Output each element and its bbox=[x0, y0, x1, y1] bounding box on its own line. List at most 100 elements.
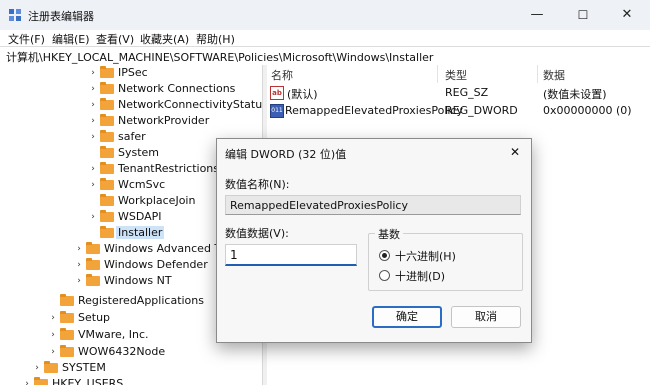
tree-node-label: Windows NT bbox=[104, 274, 172, 287]
folder-icon bbox=[60, 311, 74, 323]
decimal-label[interactable]: 十进制(D) bbox=[395, 268, 445, 284]
dialog-title: 编辑 DWORD (32 位)值 bbox=[225, 148, 347, 161]
chevron-right-icon[interactable]: › bbox=[32, 361, 42, 375]
folder-icon bbox=[86, 274, 100, 286]
tree-node-label: Network Connections bbox=[118, 82, 236, 95]
binary-value-icon: 011 bbox=[270, 104, 284, 118]
menu-bar: 文件(F) 编辑(E) 查看(V) 收藏夹(A) 帮助(H) bbox=[0, 30, 650, 46]
tree-node-label: HKEY_USERS bbox=[52, 377, 124, 385]
menu-help[interactable]: 帮助(H) bbox=[196, 31, 235, 47]
tree-node-label: WSDAPI bbox=[118, 210, 162, 223]
tree-node-label: WcmSvc bbox=[118, 178, 166, 191]
folder-icon bbox=[34, 377, 48, 385]
tree-node-label: Windows Defender bbox=[104, 258, 208, 271]
chevron-right-icon[interactable]: › bbox=[88, 178, 98, 192]
tree-node-label: System bbox=[118, 146, 160, 159]
tree-node-label: WorkplaceJoin bbox=[118, 194, 196, 207]
folder-icon bbox=[60, 294, 74, 306]
tree-node-label: NetworkConnectivityStatusI bbox=[118, 98, 262, 111]
chevron-right-icon[interactable]: › bbox=[48, 311, 58, 325]
column-header-name[interactable]: 名称 bbox=[271, 67, 293, 83]
address-path[interactable]: 计算机\HKEY_LOCAL_MACHINE\SOFTWARE\Policies… bbox=[6, 49, 433, 65]
chevron-right-icon[interactable]: › bbox=[22, 377, 32, 385]
value-data: 0x00000000 (0) bbox=[543, 104, 632, 117]
dialog-close-button[interactable]: ✕ bbox=[505, 142, 525, 162]
folder-icon bbox=[44, 361, 58, 373]
folder-icon bbox=[86, 242, 100, 254]
value-data-label: 数值数据(V): bbox=[225, 227, 289, 240]
folder-icon bbox=[100, 178, 114, 190]
value-name: (默认) bbox=[287, 88, 318, 101]
folder-icon bbox=[60, 328, 74, 340]
close-button[interactable]: ✕ bbox=[604, 0, 650, 30]
window-title: 注册表编辑器 bbox=[28, 10, 94, 23]
tree-node-label: safer bbox=[118, 130, 146, 143]
chevron-right-icon[interactable]: › bbox=[48, 328, 58, 342]
chevron-right-icon[interactable]: › bbox=[74, 274, 84, 288]
decimal-radio[interactable] bbox=[379, 270, 390, 281]
value-name: RemappedElevatedProxiesPolicy bbox=[285, 104, 463, 117]
tree-node-label: NetworkProvider bbox=[118, 114, 210, 127]
chevron-right-icon[interactable]: › bbox=[88, 114, 98, 128]
minimize-button[interactable]: — bbox=[514, 0, 560, 30]
tree-node-label: WOW6432Node bbox=[78, 345, 166, 358]
folder-icon bbox=[100, 114, 114, 126]
value-row-default[interactable]: ab (默认) REG_SZ (数值未设置) bbox=[267, 84, 650, 102]
chevron-right-icon[interactable]: › bbox=[88, 210, 98, 224]
folder-icon bbox=[100, 130, 114, 142]
value-type: REG_SZ bbox=[445, 86, 489, 99]
tree-node-label: SYSTEM bbox=[62, 361, 106, 374]
chevron-right-icon[interactable]: › bbox=[88, 162, 98, 176]
chevron-right-icon[interactable]: › bbox=[88, 98, 98, 112]
column-header-type[interactable]: 类型 bbox=[445, 67, 467, 83]
value-name-field: RemappedElevatedProxiesPolicy bbox=[225, 195, 521, 215]
value-type: REG_DWORD bbox=[445, 104, 518, 117]
hexadecimal-radio[interactable] bbox=[379, 250, 390, 261]
string-value-icon: ab bbox=[270, 86, 284, 100]
tree-node-label: Setup bbox=[78, 311, 111, 324]
value-row-remapped[interactable]: 011 RemappedElevatedProxiesPolicy REG_DW… bbox=[267, 102, 650, 120]
folder-icon bbox=[100, 66, 114, 78]
folder-icon bbox=[100, 82, 114, 94]
folder-icon bbox=[100, 210, 114, 222]
tree-node-label: VMware, Inc. bbox=[78, 328, 149, 341]
value-data: (数值未设置) bbox=[543, 88, 607, 101]
chevron-right-icon[interactable]: › bbox=[74, 242, 84, 256]
folder-icon bbox=[100, 226, 114, 238]
menu-favorites[interactable]: 收藏夹(A) bbox=[140, 31, 189, 47]
folder-icon bbox=[100, 194, 114, 206]
value-name-label: 数值名称(N): bbox=[225, 178, 290, 191]
cancel-button[interactable]: 取消 bbox=[451, 306, 521, 328]
column-divider[interactable] bbox=[537, 65, 538, 83]
folder-icon bbox=[100, 146, 114, 158]
title-bar[interactable]: 注册表编辑器 — ☐ ✕ bbox=[0, 0, 650, 30]
menu-edit[interactable]: 编辑(E) bbox=[52, 31, 90, 47]
column-header-data[interactable]: 数据 bbox=[543, 67, 565, 83]
tree-node-label: TenantRestrictions bbox=[118, 162, 220, 175]
value-data-input[interactable]: 1 bbox=[225, 244, 357, 266]
ok-button[interactable]: 确定 bbox=[372, 306, 442, 328]
menu-file[interactable]: 文件(F) bbox=[8, 31, 45, 47]
maximize-button[interactable]: ☐ bbox=[560, 0, 606, 30]
folder-icon bbox=[100, 162, 114, 174]
folder-icon bbox=[100, 98, 114, 110]
folder-icon bbox=[86, 258, 100, 270]
chevron-right-icon[interactable]: › bbox=[74, 258, 84, 272]
chevron-right-icon[interactable]: › bbox=[88, 82, 98, 96]
tree-node-label: IPSec bbox=[118, 66, 148, 79]
menu-view[interactable]: 查看(V) bbox=[96, 31, 134, 47]
hexadecimal-label[interactable]: 十六进制(H) bbox=[395, 248, 456, 264]
base-group: 基数 十六进制(H) 十进制(D) bbox=[368, 226, 523, 291]
registry-editor-icon bbox=[9, 9, 21, 21]
chevron-right-icon[interactable]: › bbox=[48, 345, 58, 359]
chevron-right-icon[interactable]: › bbox=[88, 66, 98, 80]
chevron-right-icon[interactable]: › bbox=[88, 130, 98, 144]
base-group-title: 基数 bbox=[375, 226, 403, 242]
edit-dword-dialog: 编辑 DWORD (32 位)值 ✕ 数值名称(N): RemappedElev… bbox=[216, 138, 532, 343]
tree-node-label: Installer bbox=[116, 226, 165, 239]
folder-icon bbox=[60, 345, 74, 357]
address-bar[interactable]: 计算机\HKEY_LOCAL_MACHINE\SOFTWARE\Policies… bbox=[0, 46, 650, 66]
column-divider[interactable] bbox=[437, 65, 438, 83]
tree-node-label: Windows Advanced Thr bbox=[104, 242, 233, 255]
tree-node-label: RegisteredApplications bbox=[78, 294, 204, 307]
